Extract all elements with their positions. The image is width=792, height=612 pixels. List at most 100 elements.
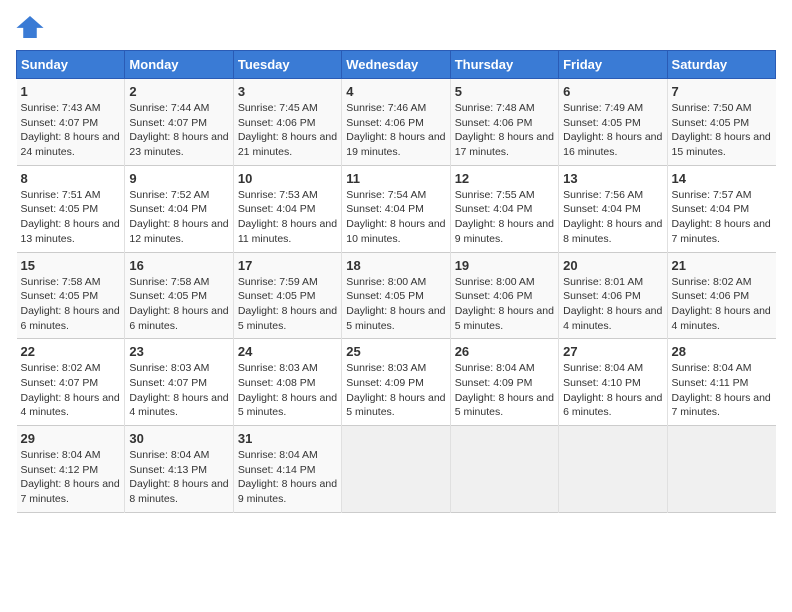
sunrise-label: Sunrise: 7:49 AM xyxy=(563,102,643,114)
sunrise-label: Sunrise: 8:01 AM xyxy=(563,276,643,288)
day-info: Sunrise: 8:00 AMSunset: 4:05 PMDaylight:… xyxy=(346,275,445,334)
daylight-label: Daylight: 8 hours and 5 minutes. xyxy=(346,305,445,332)
day-info: Sunrise: 8:03 AMSunset: 4:09 PMDaylight:… xyxy=(346,361,445,420)
sunrise-label: Sunrise: 7:45 AM xyxy=(238,102,318,114)
day-info: Sunrise: 7:54 AM Sunset: 4:04 PM Daylight:… xyxy=(346,188,445,247)
calendar-cell: 9Sunrise: 7:52 AMSunset: 4:04 PMDaylight… xyxy=(125,165,233,252)
page-header xyxy=(16,16,776,38)
sunrise-label: Sunrise: 7:55 AM xyxy=(455,189,535,201)
sunset-label: Sunset: 4:06 PM xyxy=(455,117,533,129)
weekday-header-friday: Friday xyxy=(559,51,667,79)
daylight-label: Daylight: 8 hours and 9 minutes. xyxy=(238,478,337,505)
day-number: 26 xyxy=(455,344,554,359)
day-info: Sunrise: 7:50 AMSunset: 4:05 PMDaylight:… xyxy=(672,101,772,160)
sunrise-label: Sunrise: 7:43 AM xyxy=(21,102,101,114)
calendar-cell: 14Sunrise: 7:57 AMSunset: 4:04 PMDayligh… xyxy=(667,165,775,252)
sunset-label: Sunset: 4:09 PM xyxy=(455,377,533,389)
daylight-label: Daylight: 8 hours and 6 minutes. xyxy=(563,392,662,419)
day-number: 29 xyxy=(21,431,121,446)
weekday-header-tuesday: Tuesday xyxy=(233,51,341,79)
day-info: Sunrise: 8:04 AMSunset: 4:12 PMDaylight:… xyxy=(21,448,121,507)
calendar-cell: 4Sunrise: 7:46 AMSunset: 4:06 PMDaylight… xyxy=(342,79,450,166)
day-number: 14 xyxy=(672,171,772,186)
sunset-label: Sunset: 4:05 PM xyxy=(129,290,207,302)
day-number: 8 xyxy=(21,171,121,186)
calendar-cell xyxy=(667,426,775,513)
calendar-cell: 18Sunrise: 8:00 AMSunset: 4:05 PMDayligh… xyxy=(342,252,450,339)
sunset-label: Sunset: 4:05 PM xyxy=(563,117,641,129)
day-info: Sunrise: 7:51 AMSunset: 4:05 PMDaylight:… xyxy=(21,188,121,247)
day-number: 2 xyxy=(129,84,228,99)
day-number: 11 xyxy=(346,171,445,186)
sunrise-label: Sunrise: 8:03 AM xyxy=(129,362,209,374)
day-number: 30 xyxy=(129,431,228,446)
sunrise-label: Sunrise: 7:59 AM xyxy=(238,276,318,288)
sunset-label: Sunset: 4:06 PM xyxy=(238,117,316,129)
sunrise-label: Sunrise: 7:44 AM xyxy=(129,102,209,114)
sunset-label: Sunset: 4:05 PM xyxy=(238,290,316,302)
weekday-header-sunday: Sunday xyxy=(17,51,125,79)
calendar-cell: 27 Sunrise: 8:04 AMSunset: 4:10 PMDayligh… xyxy=(559,339,667,426)
sunrise-label: Sunrise: 7:56 AM xyxy=(563,189,643,201)
day-info: Sunrise: 8:02 AMSunset: 4:06 PMDaylight:… xyxy=(672,275,772,334)
calendar-week-row: 1 Sunrise: 7:43 AM Sunset: 4:07 PM Daylight… xyxy=(17,79,776,166)
calendar-week-row: 22Sunrise: 8:02 AMSunset: 4:07 PMDayligh… xyxy=(17,339,776,426)
sunrise-label: Sunrise: 8:04 AM xyxy=(238,449,318,461)
sunset-label: Sunset: 4:05 PM xyxy=(21,203,99,215)
daylight-label: Daylight: 8 hours and 21 minutes. xyxy=(238,131,337,158)
sunset-label: Sunset: 4:04 PM xyxy=(346,203,424,215)
sunset-label: Sunset: 4:04 PM xyxy=(672,203,750,215)
sunrise-label: Sunrise: 8:03 AM xyxy=(238,362,318,374)
calendar-cell: 8Sunrise: 7:51 AMSunset: 4:05 PMDaylight… xyxy=(17,165,125,252)
sunrise-label: Sunrise: 8:02 AM xyxy=(21,362,101,374)
sunset-label: Sunset: 4:13 PM xyxy=(129,464,207,476)
calendar-cell: 2Sunrise: 7:44 AMSunset: 4:07 PMDaylight… xyxy=(125,79,233,166)
sunset-label: Sunset: 4:12 PM xyxy=(21,464,99,476)
day-info: Sunrise: 7:44 AMSunset: 4:07 PMDaylight:… xyxy=(129,101,228,160)
calendar-body: 1 Sunrise: 7:43 AM Sunset: 4:07 PM Daylight… xyxy=(17,79,776,513)
logo-icon xyxy=(16,16,44,38)
sunrise-label: Sunrise: 7:48 AM xyxy=(455,102,535,114)
sunset-label: Sunset: 4:09 PM xyxy=(346,377,424,389)
sunset-label: Sunset: 4:07 PM xyxy=(129,117,207,129)
day-info: Sunrise: 7:46 AMSunset: 4:06 PMDaylight:… xyxy=(346,101,445,160)
sunset-label: Sunset: 4:05 PM xyxy=(21,290,99,302)
daylight-label: Daylight: 8 hours and 5 minutes. xyxy=(455,305,554,332)
day-number: 27 xyxy=(563,344,662,359)
sunset-label: Sunset: 4:14 PM xyxy=(238,464,316,476)
daylight-label: Daylight: 8 hours and 7 minutes. xyxy=(672,392,771,419)
day-number: 1 xyxy=(21,84,121,99)
day-number: 20 xyxy=(563,258,662,273)
sunset-label: Sunset: 4:04 PM xyxy=(563,203,641,215)
sunrise-label: Sunrise: 7:54 AM xyxy=(346,189,426,201)
calendar-cell: 11 Sunrise: 7:54 AM Sunset: 4:04 PM Dayligh… xyxy=(342,165,450,252)
calendar-cell: 20Sunrise: 8:01 AMSunset: 4:06 PMDayligh… xyxy=(559,252,667,339)
daylight-label: Daylight: 8 hours and 5 minutes. xyxy=(238,305,337,332)
sunrise-label: Sunrise: 7:58 AM xyxy=(21,276,101,288)
day-number: 21 xyxy=(672,258,772,273)
daylight-label: Daylight: 8 hours and 11 minutes. xyxy=(238,218,337,245)
sunset-label: Sunset: 4:04 PM xyxy=(455,203,533,215)
daylight-label: Daylight: 8 hours and 10 minutes. xyxy=(346,218,445,245)
sunrise-label: Sunrise: 7:51 AM xyxy=(21,189,101,201)
calendar-cell: 28Sunrise: 8:04 AMSunset: 4:11 PMDayligh… xyxy=(667,339,775,426)
day-info: Sunrise: 7:45 AM Sunset: 4:06 PM Daylight:… xyxy=(238,101,337,160)
calendar-cell: 7Sunrise: 7:50 AMSunset: 4:05 PMDaylight… xyxy=(667,79,775,166)
day-info: Sunrise: 8:04 AM Sunset: 4:14 PM Daylight:… xyxy=(238,448,337,507)
daylight-label: Daylight: 8 hours and 4 minutes. xyxy=(21,392,120,419)
day-info: Sunrise: 7:59 AM Sunset: 4:05 PM Daylight:… xyxy=(238,275,337,334)
sunrise-label: Sunrise: 7:50 AM xyxy=(672,102,752,114)
daylight-label: Daylight: 8 hours and 7 minutes. xyxy=(21,478,120,505)
day-info: Sunrise: 8:03 AMSunset: 4:07 PMDaylight:… xyxy=(129,361,228,420)
day-info: Sunrise: 8:03 AMSunset: 4:08 PMDaylight:… xyxy=(238,361,337,420)
day-info: Sunrise: 8:04 AMSunset: 4:10 PMDaylight:… xyxy=(563,361,662,420)
daylight-label: Daylight: 8 hours and 4 minutes. xyxy=(563,305,662,332)
weekday-header-monday: Monday xyxy=(125,51,233,79)
calendar-cell: 29 Sunrise: 8:04 AMSunset: 4:12 PMDayligh… xyxy=(17,426,125,513)
calendar-cell: 31Sunrise: 8:04 AMSunset: 4:14 PMDayligh… xyxy=(233,426,341,513)
daylight-label: Daylight: 8 hours and 8 minutes. xyxy=(129,478,228,505)
day-number: 5 xyxy=(455,84,554,99)
sunrise-label: Sunrise: 8:00 AM xyxy=(455,276,535,288)
sunset-label: Sunset: 4:07 PM xyxy=(21,377,99,389)
calendar-cell: 26Sunrise: 8:04 AMSunset: 4:09 PMDayligh… xyxy=(450,339,558,426)
